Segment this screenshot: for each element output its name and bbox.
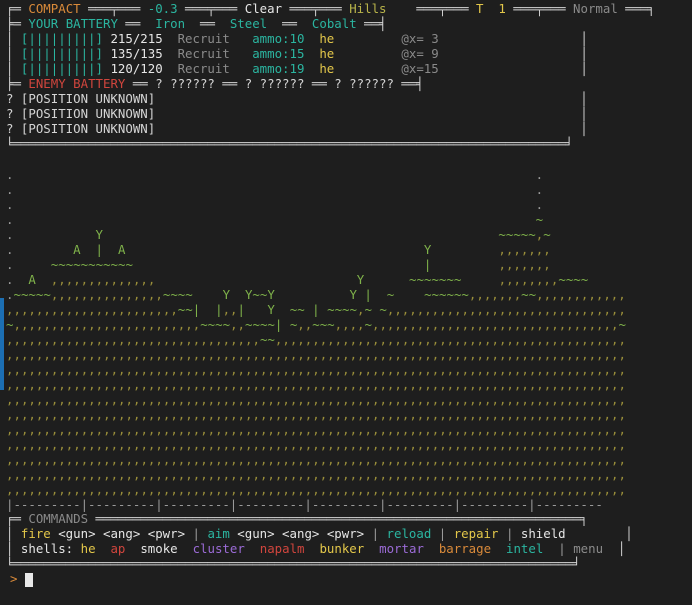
terrain-row: . ~~~~~~~~~~~ | ,,,,,,,	[6, 257, 551, 272]
ammo-count: ammo:19	[252, 61, 305, 76]
shell-option-smoke[interactable]: smoke	[140, 541, 177, 556]
terminal-window: ╒═ COMPACT ═══╤═══ -0.3 ═══╤═══ Clear ══…	[0, 0, 692, 605]
gun-position: @x=15	[401, 61, 439, 76]
hp-value: 120/120	[110, 61, 163, 76]
commands-box-bottom: ╘═══════════════════════════════════════…	[6, 556, 581, 571]
gun-row: │ [|||||||||] 135/135 Recruit ammo:15 he…	[6, 46, 588, 61]
mode-label: COMPACT	[28, 1, 81, 16]
shell-option-bunker[interactable]: bunker	[319, 541, 364, 556]
commands-title: COMMANDS	[28, 511, 89, 526]
terrain-row: ,,,,,,,,,,,,,,,,,,,,,,,,,,,,,,,,,,,,,,,,…	[6, 437, 626, 452]
terrain-row: .~~~~~,,,,,,,,,,,,,,,~~~~ Y Y~~Y Y | ~ ~…	[6, 287, 626, 302]
repair-command[interactable]: repair	[454, 526, 499, 541]
terrain-row: ,,,,,,,,,,,,,,,,,,,,,,,,,,,,,,,,,,,,,,,,…	[6, 377, 626, 392]
text-cursor	[24, 572, 33, 587]
hp-value: 135/135	[110, 46, 163, 61]
scroll-indicator[interactable]	[0, 298, 4, 390]
shell-option-barrage[interactable]: barrage	[439, 541, 491, 556]
turn-value: 1	[498, 1, 506, 16]
shield-command[interactable]: shield	[521, 526, 566, 541]
terrain-row: . A ,,,,,,,,,,,,,, Y ~~~~~~~ ,,,,,,,,~~~…	[6, 272, 589, 287]
terrain-row: . A | A Y ,,,,,,,	[6, 242, 551, 257]
terrain-row: ,,,,,,,,,,,,,,,,,,,,,,,~~| |,,| Y ~~ | ~…	[6, 302, 626, 317]
enemy-row: ? [POSITION UNKNOWN] │	[6, 91, 588, 106]
enemy-row: ? [POSITION UNKNOWN] │	[6, 106, 588, 121]
weather-value: Clear	[244, 1, 283, 16]
terrain-row: . .	[6, 167, 544, 182]
battery-title-bar: ╞═ YOUR BATTERY ══ Iron ══ Steel ══ Coba…	[6, 16, 387, 31]
prompt-symbol: >	[10, 571, 18, 586]
terrain-row: ,,,,,,,,,,,,,,,,,,,,,,,,,,,,,,,,,,,,,,,,…	[6, 407, 626, 422]
hp-value: 215/215	[110, 31, 163, 46]
turn-label: T	[476, 1, 484, 16]
commands-title-bar: ╒═ COMMANDS ════════════════════════════…	[6, 511, 588, 526]
rank-label: Recruit	[177, 61, 230, 76]
health-bar: [|||||||||]	[20, 46, 103, 61]
gun-row: │ [|||||||||] 120/120 Recruit ammo:19 he…	[6, 61, 588, 76]
rank-label: Recruit	[177, 46, 230, 61]
fire-command[interactable]: fire	[21, 526, 51, 541]
status-header: ╒═ COMPACT ═══╤═══ -0.3 ═══╤═══ Clear ══…	[6, 1, 656, 16]
terrain-row: . .	[6, 197, 544, 212]
terrain-row: ,,,,,,,,,,,,,,,,,,,,,,,,,,,,,,,,,,,,,,,,…	[6, 467, 626, 482]
enemy-title-bar: ╞═ ENEMY BATTERY ══ ? ?????? ══ ? ??????…	[6, 76, 424, 91]
terrain-row: . .	[6, 182, 544, 197]
command-prompt[interactable]: >	[10, 571, 33, 587]
battery-title: YOUR BATTERY	[28, 16, 118, 31]
terrain-row: . Y ~~~~~,~	[6, 227, 551, 242]
terrain-row: ,,,,,,,,,,,,,,,,,,,,,,,,,,,,,,,,,,,,,,,,…	[6, 452, 626, 467]
menu-command[interactable]: menu	[573, 541, 603, 556]
difficulty-label: Normal	[573, 1, 618, 16]
shell-type: he	[319, 46, 335, 61]
shell-option-mortar[interactable]: mortar	[379, 541, 424, 556]
commands-line-2: │ shells: he ap smoke cluster napalm bun…	[6, 541, 626, 556]
terrain-row: ~,,,,,,,,,,,,,,,,,,,,,,,,,~~~~,,~~~~| ~,…	[6, 317, 626, 332]
box-bottom-border: ╘═══════════════════════════════════════…	[6, 136, 573, 151]
enemy-row: ? [POSITION UNKNOWN] │	[6, 121, 588, 136]
terrain-row: ,,,,,,,,,,,,,,,,,,,,,,,,,,,,,,,,,,,,,,,,…	[6, 482, 626, 497]
rank-label: Recruit	[177, 31, 230, 46]
terrain-row: ,,,,,,,,,,,,,,,,,,,,,,,,,,,,,,,,,,~~,,,,…	[6, 332, 626, 347]
shell-option-ap[interactable]: ap	[110, 541, 125, 556]
gun-row: │ [|||||||||] 215/215 Recruit ammo:10 he…	[6, 31, 588, 46]
gun-position: @x= 9	[401, 46, 439, 61]
wind-value: -0.3	[147, 1, 178, 16]
ammo-count: ammo:10	[252, 31, 305, 46]
terrain-row: ,,,,,,,,,,,,,,,,,,,,,,,,,,,,,,,,,,,,,,,,…	[6, 347, 626, 362]
shell-list: he ap smoke cluster napalm bunker mortar…	[73, 541, 551, 556]
terrain-row: . ~	[6, 212, 544, 227]
reload-command[interactable]: reload	[387, 526, 432, 541]
shell-option-intel[interactable]: intel	[506, 541, 543, 556]
shell-option-cluster[interactable]: cluster	[193, 541, 245, 556]
shell-type: he	[319, 31, 335, 46]
terrain-type: Hills	[349, 1, 387, 16]
terrain-row: ,,,,,,,,,,,,,,,,,,,,,,,,,,,,,,,,,,,,,,,,…	[6, 392, 626, 407]
gun-position: @x= 3	[401, 31, 439, 46]
aim-command[interactable]: aim	[207, 526, 229, 541]
gun-name-1: Iron	[155, 16, 186, 31]
gun-name-2: Steel	[229, 16, 268, 31]
commands-line-1: │ fire <gun> <ang> <pwr> | aim <gun> <an…	[6, 526, 633, 541]
shell-option-napalm[interactable]: napalm	[260, 541, 305, 556]
ammo-count: ammo:15	[252, 46, 305, 61]
terrain-row: ,,,,,,,,,,,,,,,,,,,,,,,,,,,,,,,,,,,,,,,,…	[6, 362, 626, 377]
enemy-title: ENEMY BATTERY	[28, 76, 126, 91]
shell-option-he[interactable]: he	[81, 541, 96, 556]
health-bar: [|||||||||]	[20, 61, 103, 76]
gun-name-3: Cobalt	[311, 16, 357, 31]
terrain-row: ,,,,,,,,,,,,,,,,,,,,,,,,,,,,,,,,,,,,,,,,…	[6, 422, 626, 437]
distance-ruler: |---------|---------|---------|---------…	[6, 497, 603, 512]
health-bar: [|||||||||]	[20, 31, 103, 46]
shell-type: he	[319, 61, 335, 76]
shells-label: shells:	[20, 541, 74, 556]
